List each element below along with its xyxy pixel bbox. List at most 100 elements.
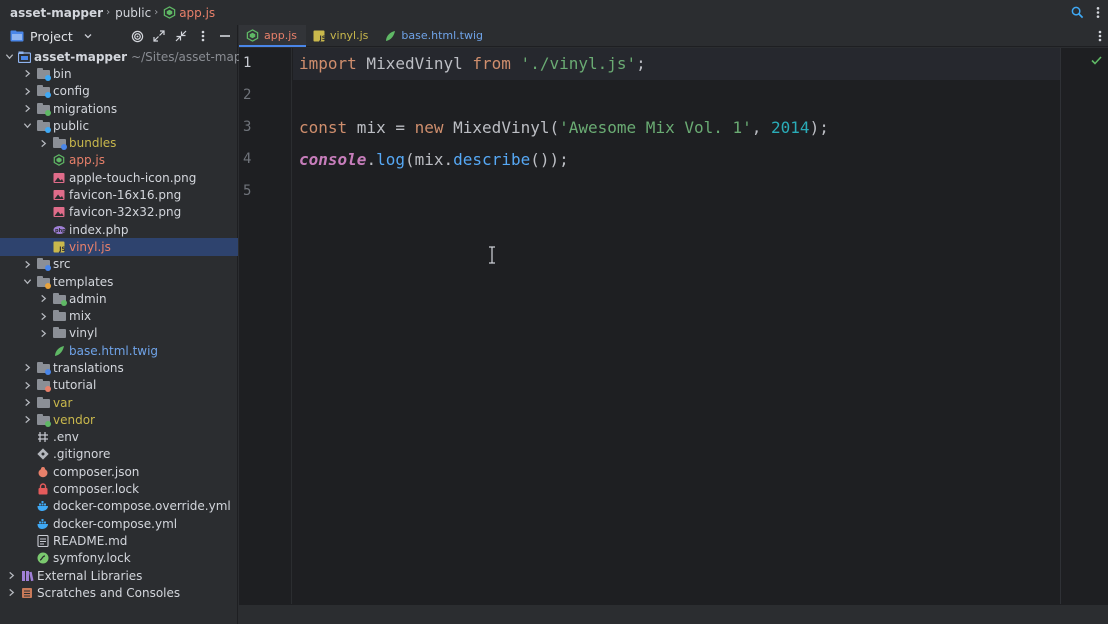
tree-node-src[interactable]: src [0, 256, 238, 273]
tree-node-migrations[interactable]: migrations [0, 100, 238, 117]
tab-actions-icon[interactable] [1098, 25, 1102, 47]
tree-node-vendor[interactable]: vendor [0, 411, 238, 428]
twig-file-icon [53, 345, 66, 357]
chevron-right-icon[interactable] [21, 362, 33, 374]
tree-node-favicon-16x16-png[interactable]: favicon-16x16.png [0, 186, 238, 203]
tree-node-env[interactable]: .env [0, 429, 238, 446]
tree-node-label: vinyl.js [69, 239, 111, 254]
tree-node-docker-compose-yml[interactable]: docker-compose.yml [0, 515, 238, 532]
tab-vinyl-js[interactable]: JS vinyl.js [306, 25, 377, 46]
breadcrumb-project[interactable]: asset-mapper [10, 6, 103, 20]
code-line-4[interactable]: console.log(mix.describe()); [299, 150, 569, 169]
folder-icon [37, 67, 51, 81]
function-token: log [376, 150, 405, 169]
tree-node-apple-touch-icon-png[interactable]: apple-touch-icon.png [0, 169, 238, 186]
identifier-token: (mix. [404, 150, 454, 169]
chevron-down-icon[interactable] [21, 120, 33, 132]
tree-node-asset-mapper[interactable]: asset-mapper ~/Sites/asset-mapper [0, 48, 261, 65]
chevron-right-icon[interactable] [37, 310, 49, 322]
chevron-down-icon[interactable] [5, 51, 14, 63]
breadcrumb-file-label: app.js [179, 5, 216, 20]
chevron-right-icon[interactable] [21, 68, 33, 80]
tree-node-base-html-twig[interactable]: base.html.twig [0, 342, 238, 359]
right-margin-guide [1060, 48, 1061, 604]
chevron-right-icon[interactable] [21, 258, 33, 270]
tree-node-composer-lock[interactable]: composer.lock [0, 480, 238, 497]
code-editor[interactable]: 1 2 3 4 5 import MixedVinyl from './viny… [239, 48, 1108, 604]
chevron-right-icon[interactable] [5, 570, 17, 582]
tree-node-composer-json[interactable]: composer.json [0, 463, 238, 480]
chevron-down-icon[interactable] [83, 31, 93, 41]
number-token: 2014 [771, 118, 810, 137]
keyword-token: new [414, 118, 444, 137]
line-number-gutter[interactable]: 1 2 3 4 5 [239, 48, 292, 604]
composer-file-icon [37, 466, 50, 478]
options-menu-icon[interactable] [195, 28, 211, 44]
chevron-right-icon[interactable] [5, 587, 17, 599]
tree-node-public[interactable]: public [0, 117, 238, 134]
tab-base-html-twig[interactable]: base.html.twig [377, 25, 492, 46]
tree-node-external-libraries[interactable]: External Libraries [0, 567, 238, 584]
tree-node-docker-compose-override-yml[interactable]: docker-compose.override.yml [0, 498, 238, 515]
no-problems-check-icon[interactable] [1091, 54, 1102, 68]
tree-node-favicon-32x32-png[interactable]: favicon-32x32.png [0, 204, 238, 221]
project-tree[interactable]: asset-mapper ~/Sites/asset-mapper bin confi… [0, 48, 261, 602]
tree-node-gitignore[interactable]: .gitignore [0, 446, 238, 463]
more-options-icon[interactable] [1096, 6, 1100, 19]
tree-node-vinyl-js[interactable]: JS vinyl.js [0, 238, 238, 256]
tree-node-mix[interactable]: mix [0, 307, 238, 324]
folder-icon [37, 275, 51, 289]
punctuation-token: ()); [530, 150, 569, 169]
line-number: 4 [243, 151, 252, 167]
chevron-right-icon[interactable] [37, 293, 49, 305]
tree-node-bundles[interactable]: bundles [0, 134, 238, 151]
code-line-1[interactable]: import MixedVinyl from './vinyl.js'; [299, 54, 646, 73]
search-icon[interactable] [1071, 6, 1084, 19]
tree-node-label: asset-mapper [34, 49, 128, 64]
collapse-all-icon[interactable] [173, 28, 189, 44]
chevron-right-icon[interactable] [37, 327, 49, 339]
tree-node-app-js[interactable]: app.js [0, 152, 238, 169]
tree-node-label: composer.lock [53, 482, 140, 497]
tree-node-templates[interactable]: templates [0, 273, 238, 290]
tree-node-label: bin [53, 66, 72, 81]
chevron-right-icon[interactable] [21, 414, 33, 426]
chevron-right-icon[interactable] [21, 379, 33, 391]
tree-node-config[interactable]: config [0, 83, 238, 100]
hide-panel-icon[interactable] [217, 28, 233, 44]
tree-node-admin[interactable]: admin [0, 290, 238, 307]
project-panel-header: Project [0, 25, 237, 47]
identifier-token: MixedVinyl [356, 54, 473, 73]
tree-node-vinyl[interactable]: vinyl [0, 325, 238, 342]
project-view-selector[interactable]: Project [30, 29, 73, 44]
line-number: 2 [243, 87, 252, 103]
locate-file-icon[interactable] [129, 28, 145, 44]
chevron-right-icon[interactable] [21, 85, 33, 97]
tree-node-tutorial[interactable]: tutorial [0, 377, 238, 394]
tree-node-scratches-and-consoles[interactable]: Scratches and Consoles [0, 584, 238, 601]
tree-node-symfony-lock[interactable]: symfony.lock [0, 550, 238, 567]
tree-node-label: mix [69, 309, 92, 324]
expand-all-icon[interactable] [151, 28, 167, 44]
editor-tab-bar: app.js JS vinyl.js base.html.twig [239, 25, 1108, 47]
breadcrumb-project-label: asset-mapper [10, 5, 104, 20]
folder-icon [53, 137, 67, 151]
tree-node-label: favicon-32x32.png [69, 205, 182, 220]
chevron-right-icon[interactable] [21, 397, 33, 409]
tree-node-index-php[interactable]: php index.php [0, 221, 238, 238]
keyword-token: import [299, 54, 357, 73]
breadcrumb-folder[interactable]: public [115, 6, 151, 20]
chevron-right-icon[interactable] [21, 103, 33, 115]
folder-icon [53, 327, 66, 339]
chevron-right-icon[interactable] [37, 137, 49, 149]
project-folder-icon [10, 30, 24, 42]
tree-node-var[interactable]: var [0, 394, 238, 411]
chevron-down-icon[interactable] [21, 276, 33, 288]
tab-app-js[interactable]: app.js [239, 25, 306, 47]
breadcrumb-file[interactable]: app.js [163, 6, 215, 20]
code-line-3[interactable]: const mix = new MixedVinyl('Awesome Mix … [299, 118, 829, 137]
navigation-bar: asset-mapper › public › app.js [0, 0, 1108, 25]
tree-node-translations[interactable]: translations [0, 359, 238, 376]
tree-node-bin[interactable]: bin [0, 65, 238, 82]
tree-node-readme-md[interactable]: README.md [0, 532, 238, 549]
